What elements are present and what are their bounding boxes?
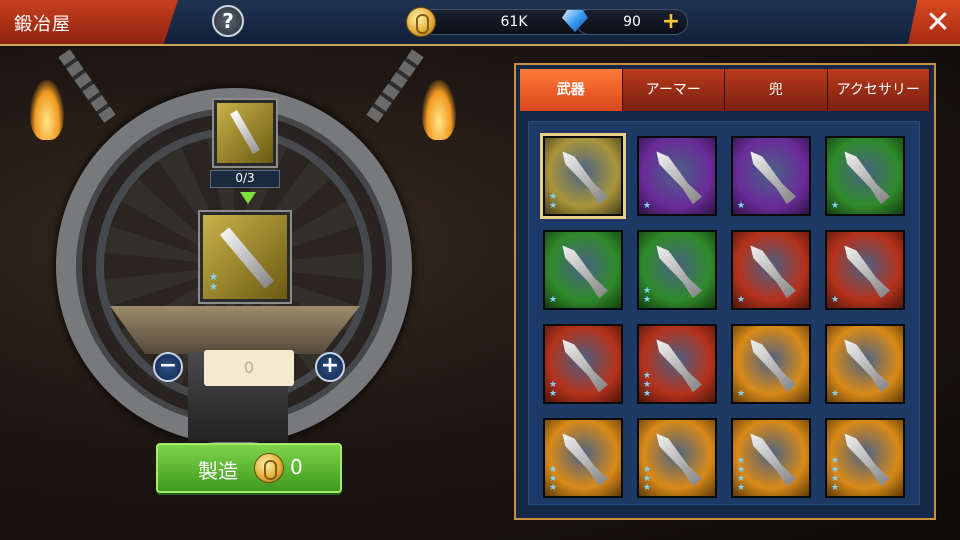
weapon-icon bbox=[746, 336, 796, 393]
craft-button[interactable]: 製造 0 bbox=[156, 443, 342, 493]
anvil bbox=[110, 306, 360, 354]
gold-coin-icon bbox=[254, 453, 284, 483]
star-rating-icon: ★ ★ bbox=[549, 380, 558, 399]
weapon-icon bbox=[558, 242, 608, 299]
weapon-slot-10[interactable]: ★ ★ ★ bbox=[637, 324, 717, 404]
weapon-icon bbox=[652, 148, 702, 205]
weapon-icon bbox=[746, 148, 796, 205]
result-slot[interactable]: ★ ★ bbox=[198, 210, 292, 304]
weapon-slot-8[interactable]: ★ bbox=[825, 230, 905, 310]
craft-label: 製造 bbox=[198, 459, 238, 483]
weapon-icon bbox=[840, 242, 890, 299]
weapon-slot-3[interactable]: ★ bbox=[731, 136, 811, 216]
material-slot[interactable] bbox=[212, 98, 278, 168]
tab-3[interactable]: 兜 bbox=[725, 69, 828, 111]
weapon-icon bbox=[558, 430, 608, 487]
weapon-icon bbox=[652, 336, 702, 393]
star-rating-icon: ★ bbox=[831, 389, 840, 399]
star-rating-icon: ★ ★ ★ ★ bbox=[831, 456, 840, 493]
weapon-slot-6[interactable]: ★ ★ bbox=[637, 230, 717, 310]
weapon-slot-13[interactable]: ★ ★ ★ bbox=[543, 418, 623, 498]
weapon-icon bbox=[840, 430, 890, 487]
weapon-slot-4[interactable]: ★ bbox=[825, 136, 905, 216]
tab-2[interactable]: アーマー bbox=[622, 69, 725, 111]
star-rating-icon: ★ ★ bbox=[209, 272, 218, 293]
increase-button[interactable]: + bbox=[315, 352, 345, 382]
weapon-slot-7[interactable]: ★ bbox=[731, 230, 811, 310]
weapon-icon bbox=[746, 242, 796, 299]
star-rating-icon: ★ ★ ★ bbox=[643, 465, 652, 493]
star-rating-icon: ★ bbox=[737, 201, 746, 211]
star-rating-icon: ★ bbox=[737, 295, 746, 305]
star-rating-icon: ★ bbox=[831, 201, 840, 211]
torch-left-icon bbox=[30, 80, 64, 140]
help-button[interactable]: ? bbox=[212, 5, 244, 37]
star-rating-icon: ★ bbox=[831, 295, 840, 305]
weapon-icon bbox=[652, 430, 702, 487]
gem-counter: 90 + bbox=[576, 9, 688, 35]
weapon-icon bbox=[840, 148, 890, 205]
star-rating-icon: ★ ★ ★ ★ bbox=[737, 456, 746, 493]
weapon-slot-2[interactable]: ★ bbox=[637, 136, 717, 216]
weapon-slot-15[interactable]: ★ ★ ★ ★ bbox=[731, 418, 811, 498]
arrow-down-icon bbox=[240, 192, 256, 204]
weapon-icon bbox=[558, 336, 608, 393]
gold-coin-icon bbox=[406, 7, 436, 37]
quantity-input[interactable]: 0 bbox=[204, 350, 294, 386]
curved-blade-icon bbox=[230, 110, 260, 154]
star-rating-icon: ★ bbox=[549, 295, 558, 305]
category-tabs: 武器 アーマー兜アクセサリー bbox=[520, 69, 930, 111]
weapon-icon bbox=[652, 242, 702, 299]
craft-cost: 0 bbox=[290, 455, 303, 479]
weapon-slot-5[interactable]: ★ bbox=[543, 230, 623, 310]
star-rating-icon: ★ ★ ★ bbox=[549, 465, 558, 493]
equipment-panel: 武器 アーマー兜アクセサリー ★ ★ ★ ★ ★ ★ ★ ★ ★ ★ ★ ★ ★ ★ ★ ★ ★ ★ ★ ★ ★ ★ ★ ★ ★ ★… bbox=[514, 63, 936, 520]
chain-left bbox=[58, 49, 116, 123]
top-bar: 鍛冶屋 ? 61K + 90 + ✕ bbox=[0, 0, 960, 46]
weapon-slot-14[interactable]: ★ ★ ★ bbox=[637, 418, 717, 498]
weapon-slot-12[interactable]: ★ bbox=[825, 324, 905, 404]
decrease-button[interactable]: − bbox=[153, 352, 183, 382]
weapon-slot-9[interactable]: ★ ★ bbox=[543, 324, 623, 404]
tab-1[interactable]: 武器 bbox=[520, 69, 623, 111]
weapon-slot-16[interactable]: ★ ★ ★ ★ bbox=[825, 418, 905, 498]
chain-right bbox=[366, 49, 424, 123]
item-grid: ★ ★ ★ ★ ★ ★ ★ ★ ★ ★ ★ ★ ★ ★ ★ ★ ★ ★ ★ ★ ★ ★ ★ ★ ★ ★ ★ ★ ★ ★ ★ bbox=[528, 121, 920, 505]
star-rating-icon: ★ ★ ★ bbox=[643, 371, 652, 399]
page-title: 鍛冶屋 bbox=[14, 14, 71, 35]
tab-4[interactable]: アクセサリー bbox=[827, 69, 930, 111]
sword-icon bbox=[219, 227, 275, 289]
add-gems-button[interactable]: + bbox=[661, 11, 681, 33]
material-count: 0/3 bbox=[210, 170, 280, 188]
weapon-icon bbox=[840, 336, 890, 393]
weapon-slot-11[interactable]: ★ bbox=[731, 324, 811, 404]
weapon-slot-1[interactable]: ★ ★ bbox=[540, 133, 626, 219]
torch-right-icon bbox=[422, 80, 456, 140]
star-rating-icon: ★ bbox=[737, 389, 746, 399]
star-rating-icon: ★ ★ bbox=[643, 286, 652, 305]
close-button[interactable]: ✕ bbox=[908, 0, 960, 44]
star-rating-icon: ★ bbox=[643, 201, 652, 211]
weapon-icon bbox=[746, 430, 796, 487]
star-rating-icon: ★ ★ bbox=[549, 192, 558, 211]
weapon-icon bbox=[558, 148, 608, 205]
title-tab: 鍛冶屋 bbox=[0, 0, 178, 44]
